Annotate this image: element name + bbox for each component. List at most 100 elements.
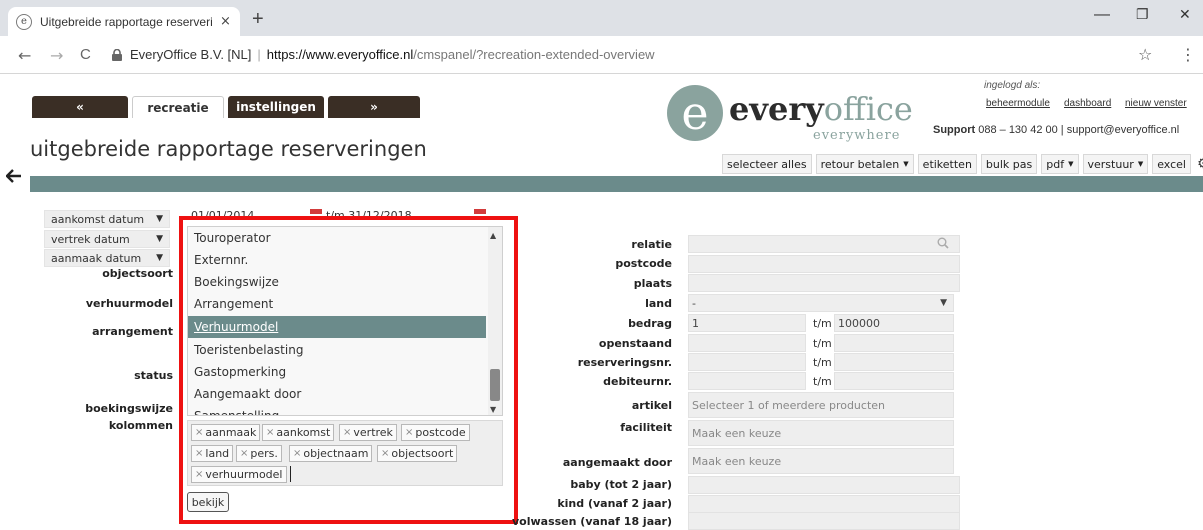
calendar-icon[interactable] bbox=[474, 209, 486, 214]
etiketten-button[interactable]: etiketten bbox=[917, 154, 977, 174]
column-tag[interactable]: × pers. bbox=[236, 445, 282, 462]
view-button[interactable]: bekijk bbox=[187, 492, 229, 512]
tab-prev[interactable]: « bbox=[32, 96, 128, 118]
everyoffice-logo: e everyoffice everywhere bbox=[667, 80, 927, 150]
tab-recreatie[interactable]: recreatie bbox=[132, 96, 224, 118]
list-item[interactable]: Aangemaakt door bbox=[188, 383, 486, 405]
debiteurnr-from-field[interactable] bbox=[688, 372, 806, 390]
column-tag[interactable]: × aankomst bbox=[262, 424, 335, 441]
remove-tag-icon[interactable]: × bbox=[293, 448, 301, 459]
logo-word-light: office bbox=[823, 90, 913, 128]
link-nieuw-venster[interactable]: nieuw venster bbox=[1125, 98, 1187, 109]
column-tag[interactable]: × aanmaak bbox=[191, 424, 261, 441]
tab-next[interactable]: » bbox=[328, 96, 420, 118]
search-icon[interactable] bbox=[937, 237, 949, 252]
column-dropdown-list[interactable]: Touroperator Externnr. Boekingswijze Arr… bbox=[187, 226, 503, 416]
date-type-label: aankomst datum bbox=[51, 212, 145, 226]
everyoffice-favicon-icon: e bbox=[16, 13, 32, 30]
list-item[interactable]: Arrangement bbox=[188, 293, 486, 315]
gear-icon[interactable]: ⚙ bbox=[1195, 154, 1203, 174]
browser-menu-icon[interactable]: ⋮ bbox=[1180, 45, 1196, 64]
tm-label: t/m bbox=[813, 317, 832, 330]
list-item[interactable]: Externnr. bbox=[188, 249, 486, 271]
select-all-label: selecteer alles bbox=[727, 157, 807, 171]
aangemaakt-door-multiselect[interactable]: Maak een keuze bbox=[688, 448, 954, 474]
excel-button[interactable]: excel bbox=[1152, 154, 1191, 174]
list-item[interactable]: Toeristenbelasting bbox=[188, 339, 486, 361]
bedrag-to-field[interactable]: 100000 bbox=[834, 314, 954, 332]
minimize-icon[interactable]: — bbox=[1094, 6, 1110, 24]
new-tab-button[interactable]: + bbox=[252, 8, 264, 31]
list-item-selected[interactable]: Verhuurmodel bbox=[188, 316, 486, 338]
column-tag-label: aanmaak bbox=[205, 426, 257, 439]
aangemaakt-placeholder: Maak een keuze bbox=[692, 454, 782, 468]
back-icon[interactable]: ← bbox=[18, 46, 31, 65]
column-tag[interactable]: × verhuurmodel bbox=[191, 466, 287, 483]
remove-tag-icon[interactable]: × bbox=[381, 448, 389, 459]
column-tag[interactable]: × objectnaam bbox=[289, 445, 373, 462]
baby-field[interactable] bbox=[688, 476, 960, 494]
back-arrow-icon[interactable] bbox=[5, 166, 22, 188]
column-tag[interactable]: × postcode bbox=[401, 424, 470, 441]
list-item[interactable]: Samenstelling bbox=[188, 405, 486, 415]
bedrag-from-field[interactable]: 1 bbox=[688, 314, 806, 332]
chevron-down-icon: ▼ bbox=[903, 160, 909, 168]
excel-label: excel bbox=[1157, 157, 1186, 171]
plaats-field[interactable] bbox=[688, 274, 960, 292]
faciliteit-multiselect[interactable]: Maak een keuze bbox=[688, 420, 954, 446]
bookmark-star-icon[interactable]: ☆ bbox=[1138, 45, 1152, 64]
land-select[interactable]: - ▼ bbox=[688, 294, 954, 312]
relatie-field[interactable] bbox=[688, 235, 960, 253]
openstaand-to-field[interactable] bbox=[834, 334, 954, 352]
date-type-select-aankomst[interactable]: aankomst datum ▼ bbox=[44, 210, 170, 228]
column-tag[interactable]: × objectsoort bbox=[377, 445, 458, 462]
label-status: status bbox=[134, 369, 173, 382]
label-objectsoort: objectsoort bbox=[102, 267, 173, 280]
remove-tag-icon[interactable]: × bbox=[405, 427, 413, 438]
debiteurnr-to-field[interactable] bbox=[834, 372, 954, 390]
column-tag[interactable]: × vertrek bbox=[339, 424, 397, 441]
url-host: https://www.everyoffice.nl bbox=[266, 47, 414, 62]
window-close-icon[interactable]: ✕ bbox=[1179, 6, 1191, 23]
openstaand-from-field[interactable] bbox=[688, 334, 806, 352]
bulk-pas-button[interactable]: bulk pas bbox=[980, 154, 1038, 174]
remove-tag-icon[interactable]: × bbox=[195, 427, 203, 438]
link-beheermodule[interactable]: beheermodule bbox=[986, 98, 1050, 109]
remove-tag-icon[interactable]: × bbox=[343, 427, 351, 438]
link-dashboard[interactable]: dashboard bbox=[1064, 98, 1111, 109]
restore-icon[interactable]: ❐ bbox=[1136, 6, 1149, 23]
toolbar: selecteer alles retour betalen ▼ etikette… bbox=[722, 154, 1203, 174]
select-all-button[interactable]: selecteer alles bbox=[722, 154, 812, 174]
remove-tag-icon[interactable]: × bbox=[240, 448, 248, 459]
date-type-select-aanmaak[interactable]: aanmaak datum ▼ bbox=[44, 249, 170, 267]
verstuur-button[interactable]: verstuur ▼ bbox=[1082, 154, 1149, 174]
calendar-icon[interactable] bbox=[310, 209, 322, 214]
label-plaats: plaats bbox=[633, 277, 672, 290]
postcode-field[interactable] bbox=[688, 255, 960, 273]
reload-icon[interactable]: C bbox=[80, 46, 91, 63]
column-tag[interactable]: × land bbox=[191, 445, 234, 462]
volwassen-field[interactable] bbox=[688, 512, 960, 530]
columns-tag-input[interactable]: × aanmaak × aankomst × vertrek × postcode × l… bbox=[187, 420, 503, 486]
date-from-field[interactable]: 01/01/2014 bbox=[191, 209, 254, 222]
tab-close-icon[interactable]: × bbox=[220, 14, 231, 29]
pdf-button[interactable]: pdf ▼ bbox=[1041, 154, 1079, 174]
list-item[interactable]: Touroperator bbox=[188, 227, 486, 249]
list-item[interactable]: Boekingswijze bbox=[188, 271, 486, 293]
browser-tab[interactable]: e Uitgebreide rapportage reserveri × bbox=[8, 7, 240, 36]
list-item[interactable]: Gastopmerking bbox=[188, 361, 486, 383]
remove-tag-icon[interactable]: × bbox=[195, 448, 203, 459]
date-type-select-vertrek[interactable]: vertrek datum ▼ bbox=[44, 230, 170, 248]
retour-betalen-button[interactable]: retour betalen ▼ bbox=[815, 154, 914, 174]
url-field[interactable]: EveryOffice B.V. [NL] | https://www.ever… bbox=[112, 47, 655, 62]
forward-icon[interactable]: → bbox=[50, 46, 63, 65]
date-to-field[interactable]: t/m 31/12/2018 bbox=[326, 209, 412, 222]
label-postcode: postcode bbox=[615, 257, 672, 270]
tab-instellingen[interactable]: instellingen bbox=[228, 96, 324, 118]
remove-tag-icon[interactable]: × bbox=[266, 427, 274, 438]
artikel-multiselect[interactable]: Selecteer 1 of meerdere producten bbox=[688, 392, 954, 418]
reserveringsnr-to-field[interactable] bbox=[834, 353, 954, 371]
remove-tag-icon[interactable]: × bbox=[195, 469, 203, 480]
reserveringsnr-from-field[interactable] bbox=[688, 353, 806, 371]
kind-field[interactable] bbox=[688, 495, 960, 513]
